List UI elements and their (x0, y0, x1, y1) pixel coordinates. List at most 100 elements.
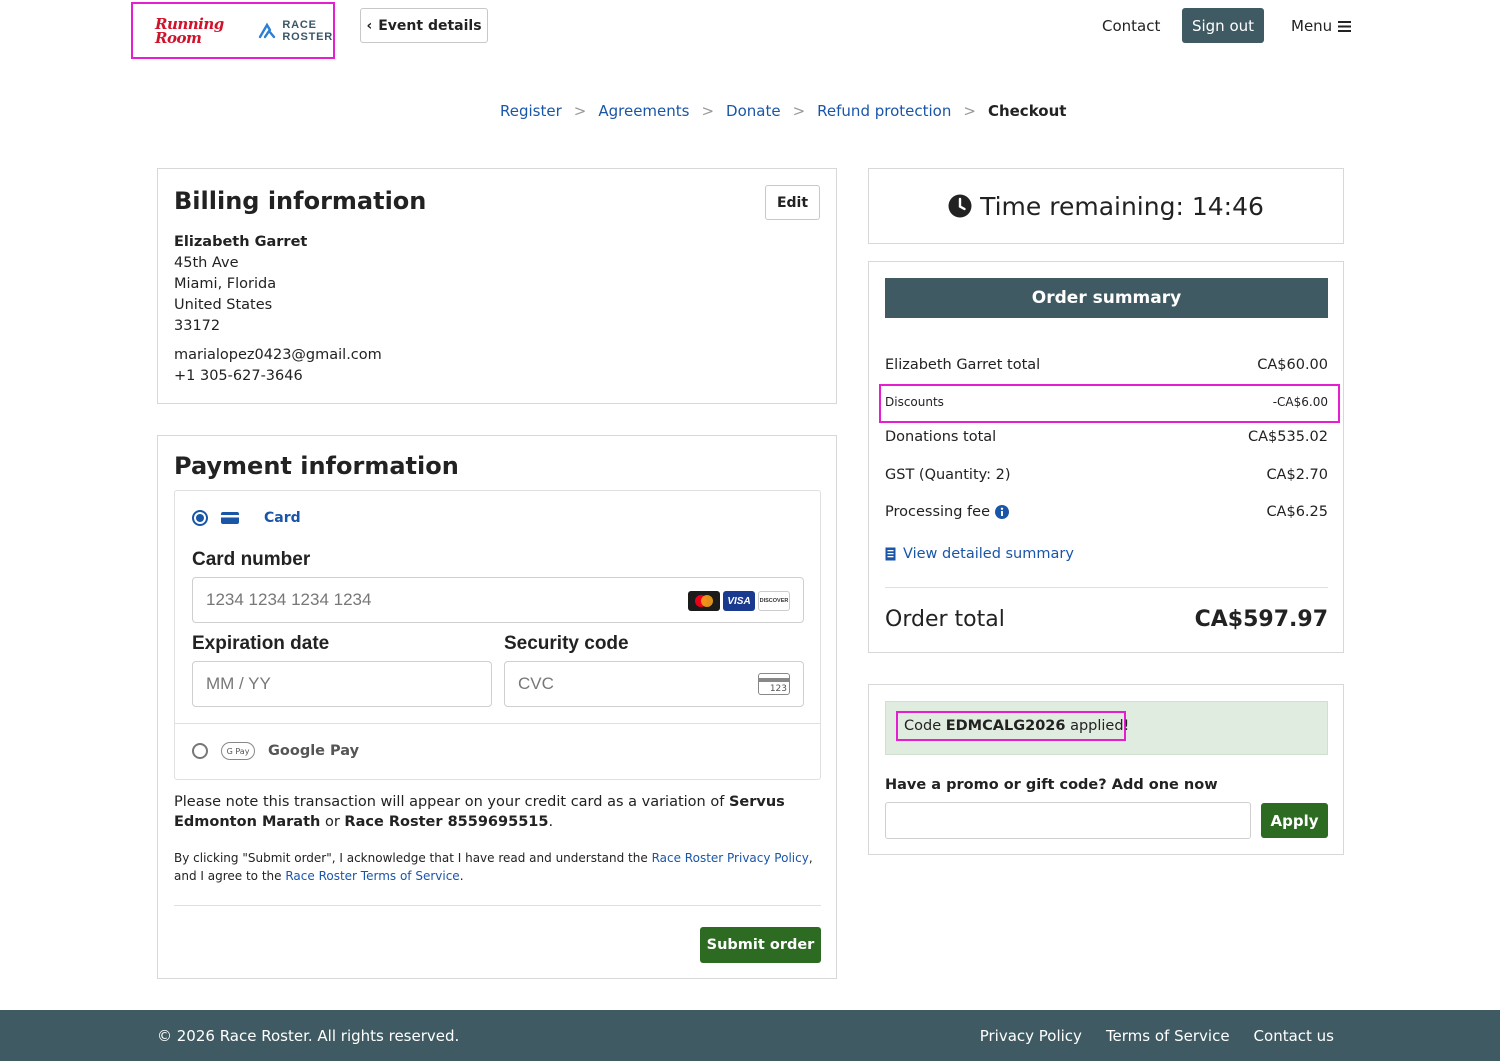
order-total-label: Order total (885, 607, 1005, 632)
note-text-mid: or (320, 814, 345, 830)
order-summary-panel: Order summary Elizabeth Garret total CA$… (868, 261, 1344, 653)
summary-row-value: CA$6.25 (1266, 504, 1328, 520)
summary-row-label: GST (Quantity: 2) (885, 467, 1011, 483)
race-roster-logo: RACE ROSTER (257, 19, 333, 43)
event-details-button[interactable]: ‹ Event details (360, 8, 488, 43)
card-number-input[interactable]: 1234 1234 1234 1234 VISA DISCOVER (192, 577, 804, 623)
billing-title: Billing information (174, 187, 427, 215)
cvc-card-icon: 123 (758, 673, 790, 695)
menu-button[interactable]: Menu (1291, 17, 1352, 35)
summary-row-label: Discounts (885, 395, 944, 409)
submit-order-button[interactable]: Submit order (700, 927, 821, 963)
legal-text: By clicking "Submit order", I acknowledg… (174, 849, 824, 885)
method-divider (175, 723, 820, 724)
event-details-label: Event details (378, 17, 482, 34)
expiration-label: Expiration date (192, 633, 330, 654)
promo-applied-banner: Code EDMCALG2026 applied! (885, 701, 1328, 755)
promo-applied-code: EDMCALG2026 (945, 718, 1066, 734)
order-summary-title: Order summary (885, 278, 1328, 318)
promo-applied-pre: Code (904, 718, 942, 734)
clock-icon (948, 194, 972, 218)
breadcrumb-separator: > (792, 102, 806, 120)
race-roster-icon (259, 22, 276, 38)
order-total-value: CA$597.97 (1194, 607, 1328, 632)
promo-code-label: Have a promo or gift code? Add one now (885, 777, 1218, 793)
payment-methods: Card Card number 1234 1234 1234 1234 VIS… (174, 490, 821, 780)
billing-city: Miami, Florida (174, 276, 277, 292)
cvc-icon-text: 123 (769, 684, 787, 694)
note-merchant-2: Race Roster 8559695515 (344, 814, 549, 830)
breadcrumb-refund-protection[interactable]: Refund protection (817, 102, 951, 120)
mastercard-icon (688, 591, 720, 611)
contact-link[interactable]: Contact (1102, 17, 1160, 35)
google-pay-icon: G Pay (221, 742, 255, 760)
chevron-left-icon: ‹ (366, 17, 373, 34)
breadcrumb-separator: > (573, 102, 587, 120)
logo-box[interactable]: Running Room RACE ROSTER (131, 2, 335, 59)
info-icon[interactable] (994, 505, 1009, 519)
expiration-input[interactable]: MM / YY (192, 661, 492, 707)
footer-terms-link[interactable]: Terms of Service (1106, 1027, 1230, 1045)
footer-contact-link[interactable]: Contact us (1254, 1027, 1334, 1045)
apply-promo-button[interactable]: Apply (1261, 803, 1328, 838)
card-radio[interactable] (192, 510, 208, 526)
promo-applied-post: applied! (1070, 718, 1130, 734)
edit-billing-button[interactable]: Edit (765, 185, 820, 220)
breadcrumb-agreements[interactable]: Agreements (598, 102, 689, 120)
expiration-placeholder: MM / YY (206, 674, 271, 693)
cvc-placeholder: CVC (518, 674, 554, 693)
breadcrumb-separator: > (963, 102, 976, 120)
gpay-method-label: Google Pay (268, 743, 360, 759)
security-code-input[interactable]: CVC 123 (504, 661, 804, 707)
billing-street: 45th Ave (174, 255, 239, 271)
footer-privacy-policy-link[interactable]: Privacy Policy (980, 1027, 1082, 1045)
promo-code-input[interactable] (885, 802, 1251, 839)
gpay-radio[interactable] (192, 743, 208, 759)
breadcrumb-donate[interactable]: Donate (726, 102, 781, 120)
billing-panel: Billing information Edit Elizabeth Garre… (157, 168, 837, 404)
card-brands: VISA DISCOVER (688, 591, 790, 611)
privacy-policy-link[interactable]: Race Roster Privacy Policy (652, 851, 809, 865)
race-roster-text-race: RACE (282, 18, 317, 31)
receipt-icon (885, 547, 896, 561)
footer-links: Privacy Policy Terms of Service Contact … (980, 1027, 1334, 1045)
billing-name: Elizabeth Garret (174, 234, 308, 250)
order-total-row: Order total CA$597.97 (885, 607, 1328, 632)
summary-divider (885, 587, 1328, 588)
footer: © 2026 Race Roster. All rights reserved.… (0, 1010, 1500, 1061)
view-detailed-summary-label: View detailed summary (903, 546, 1074, 562)
transaction-note: Please note this transaction will appear… (174, 792, 824, 832)
legal-text-pre: By clicking "Submit order", I acknowledg… (174, 851, 652, 865)
hamburger-icon (1338, 20, 1352, 32)
billing-address: Elizabeth Garret 45th Ave Miami, Florida… (174, 232, 307, 337)
card-number-label: Card number (192, 549, 311, 570)
card-number-placeholder: 1234 1234 1234 1234 (206, 590, 372, 609)
note-text-end: . (548, 814, 554, 830)
credit-card-icon (221, 512, 239, 524)
submit-divider (174, 905, 821, 906)
breadcrumb-separator: > (701, 102, 715, 120)
card-method-option[interactable]: Card (192, 510, 301, 526)
summary-row-value: CA$535.02 (1247, 429, 1328, 445)
summary-row-label: Processing fee (885, 504, 990, 520)
summary-row-processing-fee: Processing fee CA$6.25 (885, 504, 1328, 520)
security-code-label: Security code (504, 633, 629, 654)
payment-panel: Payment information Card Card number 123… (157, 435, 837, 979)
note-text-pre: Please note this transaction will appear… (174, 794, 729, 810)
billing-country: United States (174, 297, 273, 313)
summary-row-value: CA$60.00 (1257, 357, 1328, 373)
billing-email: marialopez0423@gmail.com (174, 347, 382, 363)
summary-row-value: CA$2.70 (1266, 467, 1328, 483)
summary-row-participant: Elizabeth Garret total CA$60.00 (885, 357, 1328, 373)
sign-out-button[interactable]: Sign out (1182, 8, 1264, 43)
breadcrumb-register[interactable]: Register (500, 102, 562, 120)
billing-contact: marialopez0423@gmail.com +1 305-627-3646 (174, 345, 382, 387)
promo-panel: Code EDMCALG2026 applied! Have a promo o… (868, 684, 1344, 855)
summary-row-label: Elizabeth Garret total (885, 357, 1041, 373)
view-detailed-summary-link[interactable]: View detailed summary (885, 546, 1074, 562)
summary-row-donations: Donations total CA$535.02 (885, 429, 1328, 445)
terms-of-service-link[interactable]: Race Roster Terms of Service (285, 869, 459, 883)
gpay-method-option[interactable]: G Pay Google Pay (192, 742, 359, 760)
menu-label: Menu (1291, 17, 1333, 35)
breadcrumb-checkout: Checkout (987, 102, 1067, 120)
